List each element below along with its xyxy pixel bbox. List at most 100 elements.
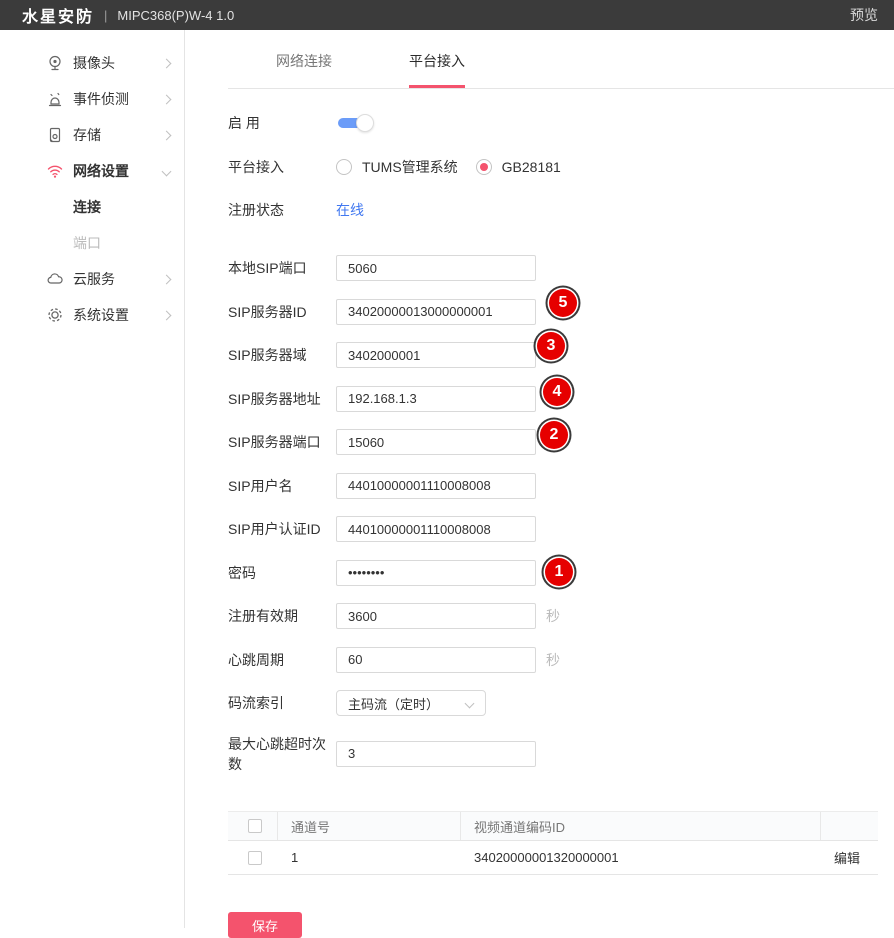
storage-icon [46,126,64,144]
tab-label: 平台接入 [409,51,465,71]
header-checkbox-cell [228,812,278,840]
platform-type-row: 平台接入 TUMS管理系统 GB28181 [228,154,894,180]
platform-access-form: 启 用 平台接入 TUMS管理系统 GB28181 注册状态 在线 [185,89,894,938]
radio-circle-icon [476,159,492,175]
column-header: 通道号 [291,817,330,836]
field-label: 本地SIP端口 [228,258,336,278]
password-input[interactable] [336,560,536,586]
preview-link[interactable]: 预览 [850,5,878,25]
brand-logo: 水星安防 [22,3,94,27]
camera-icon [46,54,64,72]
heartbeat-period-input[interactable] [336,647,536,673]
sidebar-item-label: 连接 [73,197,170,217]
sip-server-address-input[interactable] [336,386,536,412]
field-label: SIP服务器地址 [228,389,336,409]
sip-username-row: SIP用户名 [228,473,894,499]
platform-label: 平台接入 [228,157,336,177]
sip-auth-id-row: SIP用户认证ID [228,516,894,542]
sidebar-item-camera[interactable]: 摄像头 [0,45,184,81]
radio-circle-icon [336,159,352,175]
edit-link[interactable]: 编辑 [834,848,860,867]
sip-server-port-input[interactable] [336,429,536,455]
stream-index-select[interactable]: 主码流（定时） [336,690,486,716]
sidebar-item-storage[interactable]: 存储 [0,117,184,153]
tab-network-connection[interactable]: 网络连接 [276,30,332,88]
chevron-right-icon [162,58,172,68]
header-channel-cell: 通道号 [278,812,461,840]
radio-gb28181[interactable]: GB28181 [476,159,561,175]
registration-status-label: 注册状态 [228,200,336,220]
local-sip-port-row: 本地SIP端口 [228,255,894,281]
radio-label: GB28181 [502,159,561,175]
video-channel-id: 34020000001320000001 [474,850,619,865]
device-model: MIPC368(P)W-4 1.0 [117,8,234,23]
sidebar-item-cloud-service[interactable]: 云服务 [0,261,184,297]
registration-validity-input[interactable] [336,603,536,629]
cloud-icon [46,270,64,288]
sidebar-item-label: 网络设置 [73,161,163,181]
sidebar-item-label: 事件侦测 [73,89,163,109]
local-sip-port-input[interactable] [336,255,536,281]
channel-number: 1 [291,850,298,865]
field-label: SIP服务器域 [228,345,336,365]
table-row: 1 34020000001320000001 编辑 [228,841,878,875]
sip-server-address-row: SIP服务器地址 4 [228,386,894,412]
stream-index-row: 码流索引 主码流（定时） [228,690,894,716]
sidebar-item-label: 云服务 [73,269,163,289]
sip-auth-id-input[interactable] [336,516,536,542]
registration-status-value: 在线 [336,200,364,220]
radio-tums[interactable]: TUMS管理系统 [336,157,458,177]
sidebar-item-network-settings[interactable]: 网络设置 [0,153,184,189]
heartbeat-period-row: 心跳周期 秒 [228,647,894,673]
sip-server-domain-input[interactable] [336,342,536,368]
field-label: 密码 [228,563,336,583]
sip-server-id-row: SIP服务器ID 5 [228,299,894,325]
enable-row: 启 用 [228,110,894,136]
alarm-icon [46,90,64,108]
gear-icon [46,306,64,324]
toggle-knob [356,114,374,132]
sip-username-input[interactable] [336,473,536,499]
sidebar-subitem-port[interactable]: 端口 [0,225,184,261]
chevron-down-icon [162,166,172,176]
chevron-right-icon [162,130,172,140]
radio-label: TUMS管理系统 [362,157,458,177]
annotation-badge: 4 [543,378,571,406]
registration-status-row: 注册状态 在线 [228,197,894,223]
field-label: 码流索引 [228,693,336,713]
sip-server-domain-row: SIP服务器域 3 [228,342,894,368]
sip-server-id-input[interactable] [336,299,536,325]
max-heartbeat-timeout-row: 最大心跳超时次数 [228,734,894,774]
row-video-id-cell: 34020000001320000001 [461,841,821,874]
channel-table: 通道号 视频通道编码ID 1 3402000000132000000 [228,811,878,875]
tab-label: 网络连接 [276,51,332,71]
field-label: 注册有效期 [228,606,336,626]
tab-platform-access[interactable]: 平台接入 [409,30,465,88]
sidebar-item-system-settings[interactable]: 系统设置 [0,297,184,333]
wifi-icon [46,162,64,180]
sidebar-subitem-connection[interactable]: 连接 [0,189,184,225]
field-label: SIP服务器端口 [228,432,336,452]
field-label: 心跳周期 [228,650,336,670]
table-header: 通道号 视频通道编码ID [228,811,878,841]
row-channel-cell: 1 [278,841,461,874]
sidebar: 摄像头 事件侦测 存储 [0,30,185,928]
field-label: SIP服务器ID [228,302,336,322]
sidebar-item-event-detection[interactable]: 事件侦测 [0,81,184,117]
header-video-id-cell: 视频通道编码ID [461,812,821,840]
sidebar-item-label: 端口 [73,233,170,253]
unit-label: 秒 [546,606,560,626]
sip-server-port-row: SIP服务器端口 2 [228,429,894,455]
row-checkbox[interactable] [248,851,262,865]
enable-label: 启 用 [228,113,336,133]
unit-label: 秒 [546,650,560,670]
max-heartbeat-timeout-input[interactable] [336,741,536,767]
select-all-checkbox[interactable] [248,819,262,833]
logo-divider: | [104,8,107,23]
sidebar-item-label: 存储 [73,125,163,145]
save-button[interactable]: 保存 [228,912,302,938]
enable-toggle[interactable] [338,118,366,128]
sidebar-item-label: 摄像头 [73,53,163,73]
field-label: SIP用户认证ID [228,519,336,539]
field-label: 最大心跳超时次数 [228,734,336,774]
